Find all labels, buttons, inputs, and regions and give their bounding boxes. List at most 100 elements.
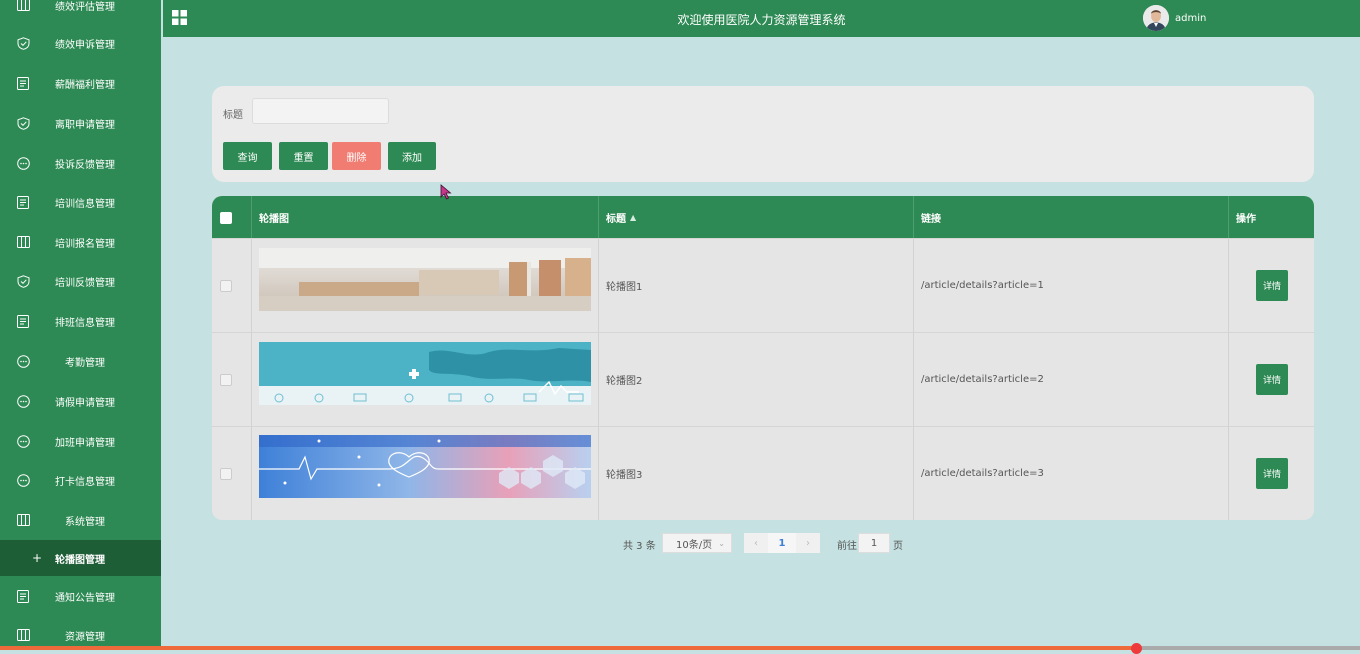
- select-all-checkbox[interactable]: [220, 212, 232, 224]
- title-search-input[interactable]: [252, 98, 389, 124]
- sidebar-item-performance-appeal[interactable]: 绩效申诉管理: [0, 25, 161, 61]
- sidebar-item-label: 通知公告管理: [55, 592, 115, 604]
- sidebar-item-overtime[interactable]: 加班申请管理: [0, 423, 161, 459]
- sidebar-item-clock-in[interactable]: 打卡信息管理: [0, 462, 161, 498]
- chevron-left-icon: ‹: [754, 537, 758, 549]
- page-size-select[interactable]: 10条/页 ⌄: [662, 533, 732, 553]
- sidebar-item-training-feedback[interactable]: 培训反馈管理: [0, 263, 161, 299]
- detail-button[interactable]: 详情: [1256, 458, 1288, 489]
- sidebar-item-training-info[interactable]: 培训信息管理: [0, 184, 161, 220]
- title-search-label: 标题: [223, 110, 243, 121]
- column-divider: [251, 196, 252, 238]
- avatar[interactable]: [1143, 5, 1169, 31]
- sidebar-item-notices[interactable]: 通知公告管理: [0, 578, 161, 614]
- table-row: 轮播图2 /article/details?article=2 详情: [212, 332, 1314, 426]
- video-progress-bar[interactable]: [0, 643, 1360, 654]
- goto-suffix: 页: [893, 541, 903, 552]
- carousel-image[interactable]: [259, 342, 591, 405]
- row-title: 轮播图2: [606, 376, 643, 387]
- document-icon: [16, 589, 30, 603]
- row-link: /article/details?article=1: [921, 280, 1044, 291]
- row-checkbox[interactable]: [220, 280, 232, 292]
- columns-icon: [16, 0, 30, 12]
- sidebar-item-label: 资源管理: [65, 631, 105, 643]
- sidebar-item-leave[interactable]: 请假申请管理: [0, 383, 161, 419]
- sidebar-item-performance-eval[interactable]: 绩效评估管理: [0, 0, 161, 23]
- row-link: /article/details?article=3: [921, 468, 1044, 479]
- delete-button[interactable]: 删除: [332, 142, 381, 170]
- column-header-title-label: 标题: [606, 213, 626, 225]
- chevron-right-icon: ›: [806, 537, 810, 549]
- sidebar-item-label: 投诉反馈管理: [55, 159, 115, 171]
- add-button[interactable]: 添加: [388, 142, 436, 170]
- sidebar-item-label: 离职申请管理: [55, 119, 115, 131]
- sort-icon[interactable]: ▲︎: [630, 213, 636, 222]
- chat-icon: [16, 473, 30, 487]
- column-header-title[interactable]: 标题 ▲︎: [606, 196, 636, 238]
- detail-button[interactable]: 详情: [1256, 270, 1288, 301]
- sidebar-item-training-signup[interactable]: 培训报名管理: [0, 224, 161, 260]
- sidebar-item-attendance[interactable]: 考勤管理: [0, 343, 161, 379]
- progress-handle[interactable]: [1131, 643, 1142, 654]
- row-checkbox[interactable]: [220, 374, 232, 386]
- column-divider: [1228, 196, 1229, 238]
- prev-page-button[interactable]: ‹: [744, 533, 768, 553]
- column-divider: [598, 196, 599, 238]
- plus-icon: +: [32, 551, 43, 565]
- row-link: /article/details?article=2: [921, 374, 1044, 385]
- sidebar-item-label: 培训反馈管理: [55, 277, 115, 289]
- sidebar-item-complaints[interactable]: 投诉反馈管理: [0, 145, 161, 181]
- document-icon: [16, 76, 30, 90]
- shield-check-icon: [16, 116, 30, 130]
- column-header-actions: 操作: [1236, 213, 1256, 225]
- column-divider: [913, 196, 914, 238]
- table-row: 轮播图3 /article/details?article=3 详情: [212, 426, 1314, 520]
- document-icon: [16, 195, 30, 209]
- sidebar-item-label: 请假申请管理: [55, 397, 115, 409]
- sidebar-item-label: 薪酬福利管理: [55, 79, 115, 91]
- mouse-cursor-icon: [440, 184, 452, 200]
- detail-button[interactable]: 详情: [1256, 364, 1288, 395]
- chevron-down-icon: ⌄: [718, 539, 725, 548]
- row-checkbox[interactable]: [220, 468, 232, 480]
- sidebar-item-label: 绩效申诉管理: [55, 39, 115, 51]
- carousel-image[interactable]: [259, 435, 591, 498]
- goto-page-input[interactable]: 1: [858, 533, 890, 553]
- carousel-image[interactable]: [259, 248, 591, 311]
- sidebar-item-resignation[interactable]: 离职申请管理: [0, 105, 161, 141]
- row-title: 轮播图1: [606, 282, 643, 293]
- column-header-image: 轮播图: [259, 213, 289, 225]
- top-header: 欢迎使用医院人力资源管理系统 admin: [163, 0, 1360, 37]
- username[interactable]: admin: [1175, 13, 1206, 24]
- page-size-value: 10条/页: [676, 539, 713, 551]
- column-header-link: 链接: [921, 213, 941, 225]
- chat-icon: [16, 394, 30, 408]
- sidebar-item-label: 考勤管理: [65, 357, 105, 369]
- goto-label: 前往: [837, 541, 857, 552]
- reset-button[interactable]: 重置: [279, 142, 328, 170]
- columns-icon: [16, 235, 30, 249]
- table-header: 轮播图 标题 ▲︎ 链接 操作: [212, 196, 1314, 238]
- row-title: 轮播图3: [606, 470, 643, 481]
- sidebar-item-salary[interactable]: 薪酬福利管理: [0, 65, 161, 101]
- sidebar-item-label: 系统管理: [65, 516, 105, 528]
- shield-check-icon: [16, 36, 30, 50]
- search-panel: 标题 查询 重置 删除 添加: [212, 86, 1314, 182]
- total-count: 共 3 条: [623, 541, 656, 552]
- progress-remaining: [1138, 646, 1360, 650]
- page-number[interactable]: 1: [768, 533, 796, 553]
- query-button[interactable]: 查询: [223, 142, 272, 170]
- pagination: 共 3 条 10条/页 ⌄ ‹ 1 › 前往 1 页: [0, 533, 1360, 553]
- document-icon: [16, 314, 30, 328]
- chat-icon: [16, 156, 30, 170]
- chat-icon: [16, 434, 30, 448]
- sidebar-item-label: 培训报名管理: [55, 238, 115, 250]
- sidebar-item-label: 排班信息管理: [55, 317, 115, 329]
- shield-check-icon: [16, 274, 30, 288]
- data-table: 轮播图 标题 ▲︎ 链接 操作 轮播图1 /article/details?ar…: [212, 196, 1314, 520]
- next-page-button[interactable]: ›: [796, 533, 820, 553]
- sidebar-item-schedule[interactable]: 排班信息管理: [0, 303, 161, 339]
- sidebar-item-label: 加班申请管理: [55, 437, 115, 449]
- sidebar-item-label: 绩效评估管理: [55, 1, 115, 13]
- sidebar-item-label: 打卡信息管理: [55, 476, 115, 488]
